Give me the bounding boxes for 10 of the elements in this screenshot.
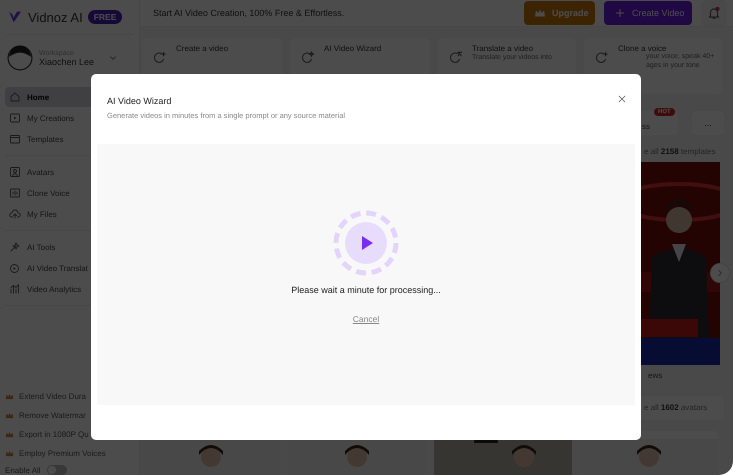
card-title: Clone a voice: [618, 44, 666, 53]
cancel-link[interactable]: Cancel: [352, 314, 380, 324]
tagline: Start AI Video Creation, 100% Free & Effortless.: [153, 8, 346, 18]
logo-text: Vidnoz AI: [28, 10, 83, 24]
card-title: Translate a video: [472, 44, 534, 53]
user-name: Xiaochen Lee: [39, 56, 96, 66]
card-title: Create a video: [176, 44, 228, 53]
dialog-title: AI Video Wizard: [107, 96, 172, 106]
status-message: Please wait a minute for processing...: [291, 285, 441, 295]
card-title: AI Video Wizard: [324, 44, 382, 53]
